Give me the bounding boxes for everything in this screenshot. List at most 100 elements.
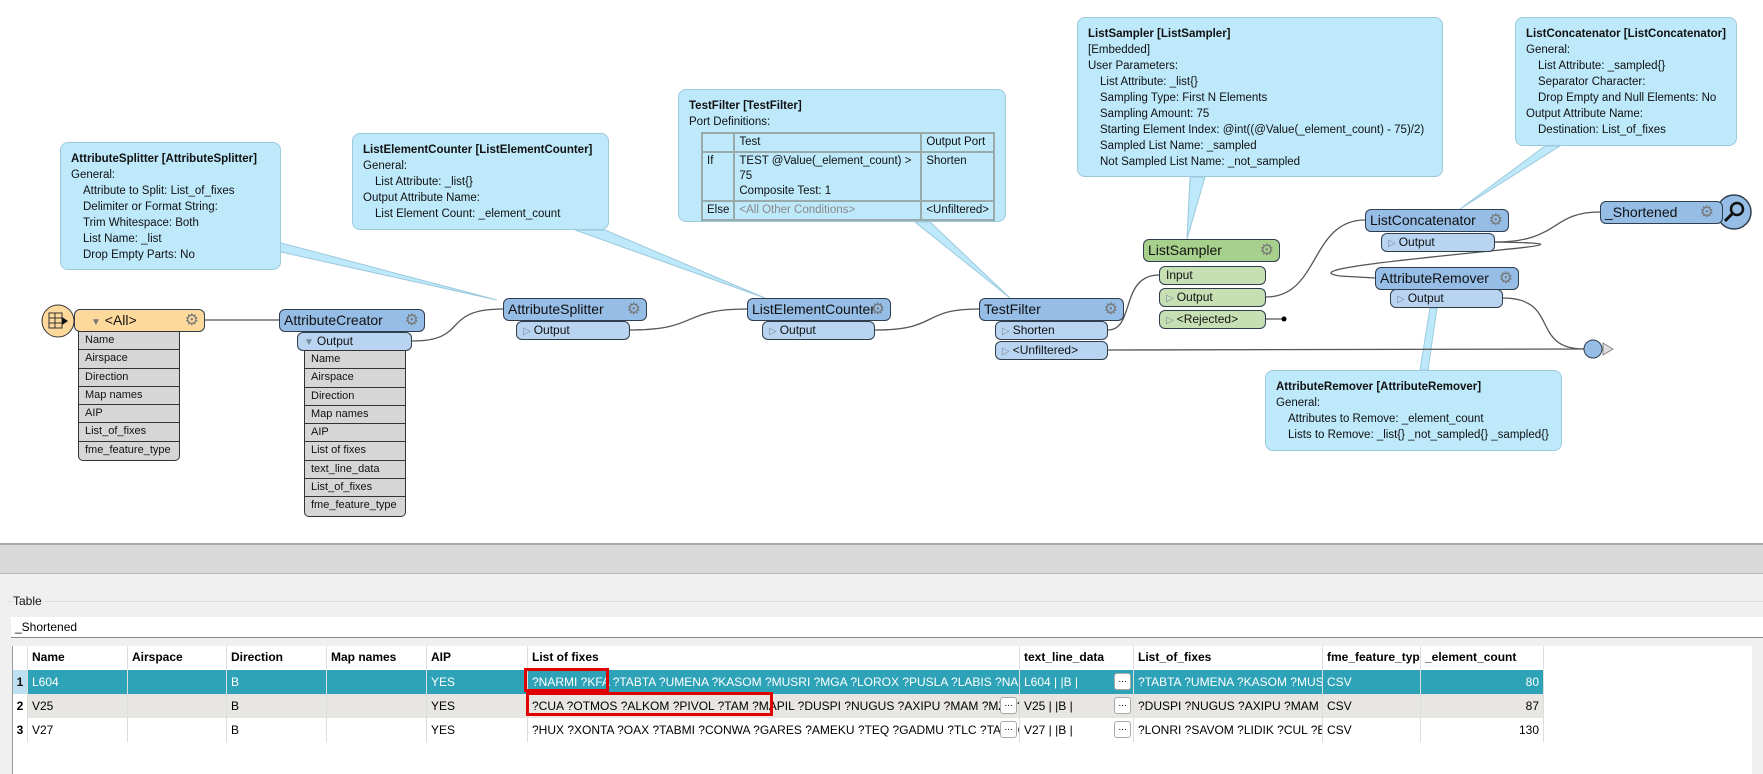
- column-header[interactable]: fme_feature_typ: [1323, 646, 1421, 670]
- attribute-item: fme_feature_type: [85, 443, 171, 456]
- column-header[interactable]: List_of_fixes: [1134, 646, 1323, 670]
- table-cell[interactable]: 87: [1421, 694, 1544, 718]
- gear-icon[interactable]: ⚙: [1700, 202, 1714, 223]
- table-cell[interactable]: YES: [427, 694, 528, 718]
- gear-icon[interactable]: ⚙: [627, 299, 641, 320]
- ellipsis-button[interactable]: ...: [1000, 697, 1017, 714]
- panel-splitter[interactable]: [0, 543, 1763, 574]
- expand-triangle-icon[interactable]: ▷: [769, 326, 777, 337]
- table-cell[interactable]: [327, 694, 427, 718]
- column-header[interactable]: AIP: [427, 646, 528, 670]
- annotation-listsampler[interactable]: ListSampler [ListSampler] [Embedded] User …: [1077, 17, 1443, 177]
- gear-icon[interactable]: ⚙: [405, 310, 419, 331]
- testfilter-node[interactable]: TestFilter ⚙: [979, 298, 1124, 321]
- gear-icon[interactable]: ⚙: [185, 310, 199, 331]
- table-cell[interactable]: CSV: [1323, 718, 1421, 742]
- table-cell[interactable]: B: [227, 718, 327, 742]
- table-cell[interactable]: ?DUSPI ?NUGUS ?AXIPU ?MAM ?...: [1134, 694, 1323, 718]
- expand-triangle-icon[interactable]: ▷: [1388, 238, 1396, 249]
- output-port[interactable]: ▷ Output: [516, 321, 630, 340]
- column-header[interactable]: _element_count: [1421, 646, 1544, 670]
- output-port[interactable]: ▷ Output: [1390, 289, 1503, 308]
- table-row[interactable]: 2 V25 B YES ?CUA ?OTMOS ?ALKOM ?PIVOL ?TAM ?…: [13, 694, 1544, 718]
- table-cell[interactable]: V25: [28, 694, 128, 718]
- column-header[interactable]: text_line_data: [1020, 646, 1134, 670]
- attributecreator-node[interactable]: AttributeCreator ⚙: [279, 309, 425, 332]
- table-cell[interactable]: B: [227, 694, 327, 718]
- output-port[interactable]: ▷ Output: [762, 321, 875, 340]
- table-cell[interactable]: V27: [28, 718, 128, 742]
- table-cell[interactable]: CSV: [1323, 694, 1421, 718]
- table-cell[interactable]: ?LONRI ?SAVOM ?LIDIK ?CUL ?EV...: [1134, 718, 1323, 742]
- table-row[interactable]: 3 V27 B YES ?HUX ?XONTA ?OAX ?TABMI ?CONWA ?…: [13, 718, 1544, 742]
- table-cell[interactable]: [128, 694, 227, 718]
- table-cell[interactable]: YES: [427, 670, 528, 694]
- table-cell[interactable]: YES: [427, 718, 528, 742]
- input-port[interactable]: Input: [1159, 266, 1266, 285]
- column-header[interactable]: Name: [28, 646, 128, 670]
- ellipsis-button[interactable]: ...: [1114, 673, 1131, 690]
- expand-triangle-icon[interactable]: ▷: [523, 326, 531, 337]
- column-header[interactable]: Map names: [327, 646, 427, 670]
- annotation-attributeremover[interactable]: AttributeRemover [AttributeRemover] Gener…: [1265, 370, 1562, 451]
- expand-triangle-icon[interactable]: ▷: [1166, 315, 1174, 326]
- annotation-testfilter[interactable]: TestFilter [TestFilter] Port Definitions…: [678, 89, 1006, 222]
- attributesplitter-node[interactable]: AttributeSplitter ⚙: [503, 298, 647, 321]
- inspector-node-shortened[interactable]: _Shortened ⚙: [1600, 201, 1723, 224]
- table-cell[interactable]: L604: [28, 670, 128, 694]
- table-cell[interactable]: V25 | |B |...: [1020, 694, 1134, 718]
- annotation-attributesplitter[interactable]: AttributeSplitter [AttributeSplitter] Gen…: [60, 142, 281, 270]
- table-cell[interactable]: [128, 670, 227, 694]
- ellipsis-button[interactable]: ...: [1114, 721, 1131, 738]
- shorten-port[interactable]: ▷ Shorten: [995, 321, 1108, 340]
- table-row[interactable]: 1 L604 B YES ?NARMI ?KFA ?TABTA ?UMENA ?KASO…: [13, 670, 1544, 694]
- port-label: Output: [1176, 290, 1213, 304]
- column-header[interactable]: Airspace: [128, 646, 227, 670]
- table-cell[interactable]: 130: [1421, 718, 1544, 742]
- table-cell[interactable]: B: [227, 670, 327, 694]
- expand-triangle-icon[interactable]: ▷: [1002, 346, 1010, 357]
- annotation-listconcatenator[interactable]: ListConcatenator [ListConcatenator] Gener…: [1515, 17, 1737, 146]
- listsampler-node[interactable]: ListSampler ⚙: [1143, 239, 1280, 262]
- table-cell[interactable]: L604 | |B |...: [1020, 670, 1134, 694]
- gear-icon[interactable]: ⚙: [1260, 240, 1274, 261]
- table-cell[interactable]: [128, 718, 227, 742]
- column-header[interactable]: Direction: [227, 646, 327, 670]
- attribute-item: Map names: [79, 387, 179, 406]
- table-cell[interactable]: [327, 670, 427, 694]
- port-label: Output: [533, 323, 570, 337]
- gear-icon[interactable]: ⚙: [1104, 299, 1118, 320]
- table-cell[interactable]: V27 | |B |...: [1020, 718, 1134, 742]
- attribute-item: fme_feature_type: [311, 499, 397, 512]
- output-port[interactable]: ▷ Output: [1159, 288, 1266, 307]
- table-cell[interactable]: ?HUX ?XONTA ?OAX ?TABMI ?CONWA ?GARES ?A…: [528, 718, 1020, 742]
- collapse-triangle-icon[interactable]: ▼: [91, 317, 101, 328]
- output-port[interactable]: ▼ Output: [297, 332, 412, 351]
- collapse-triangle-icon[interactable]: ▼: [304, 337, 314, 348]
- table-cell[interactable]: [327, 718, 427, 742]
- gear-icon[interactable]: ⚙: [871, 299, 885, 320]
- expand-triangle-icon[interactable]: ▷: [1002, 326, 1010, 337]
- node-label: AttributeCreator: [284, 312, 383, 328]
- feature-type-selector[interactable]: _Shortened: [11, 617, 1763, 638]
- gear-icon[interactable]: ⚙: [1499, 268, 1513, 289]
- annotation-line: Trim Whitespace: Both: [83, 217, 199, 229]
- annotation-listelementcounter[interactable]: ListElementCounter [ListElementCounter] G…: [352, 133, 609, 230]
- rejected-port[interactable]: ▷ <Rejected>: [1159, 310, 1266, 329]
- ellipsis-button[interactable]: ...: [1114, 697, 1131, 714]
- listelementcounter-node[interactable]: ListElementCounter ⚙: [747, 298, 891, 321]
- column-header[interactable]: List of fixes: [528, 646, 1020, 670]
- table-cell[interactable]: ?TABTA ?UMENA ?KASOM ?MUS...: [1134, 670, 1323, 694]
- output-port[interactable]: ▷ Output: [1381, 233, 1495, 252]
- table-cell[interactable]: CSV: [1323, 670, 1421, 694]
- gear-icon[interactable]: ⚙: [1489, 210, 1503, 231]
- workspace-canvas[interactable]: AttributeSplitter [AttributeSplitter] Gen…: [0, 0, 1763, 543]
- table-cell[interactable]: 80: [1421, 670, 1544, 694]
- reader-node[interactable]: ▼ <All> ⚙: [74, 309, 205, 332]
- unfiltered-port[interactable]: ▷ <Unfiltered>: [995, 341, 1108, 360]
- expand-triangle-icon[interactable]: ▷: [1397, 294, 1405, 305]
- attributeremover-node[interactable]: AttributeRemover ⚙: [1375, 267, 1519, 290]
- expand-triangle-icon[interactable]: ▷: [1166, 293, 1174, 304]
- ellipsis-button[interactable]: ...: [1000, 721, 1017, 738]
- listconcatenator-node[interactable]: ListConcatenator ⚙: [1365, 209, 1509, 232]
